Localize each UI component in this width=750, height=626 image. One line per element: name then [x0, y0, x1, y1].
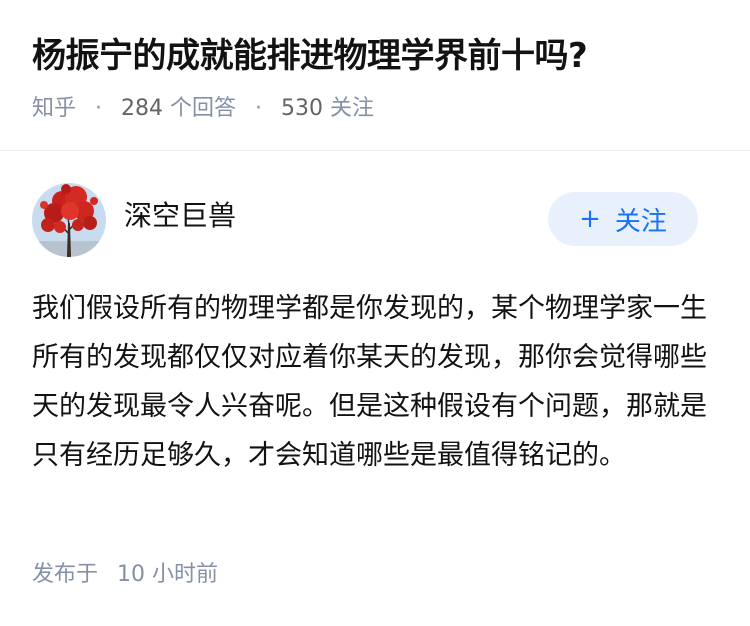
author-row: 深空巨兽 + 关注 — [0, 180, 750, 260]
separator-dot: · — [95, 96, 103, 121]
question-header: 杨振宁的成就能排进物理学界前十吗? 知乎 · 284 个回答 · 530 关注 — [0, 0, 750, 150]
red-tree-avatar-icon — [32, 183, 106, 257]
follow-button-label: 关注 — [614, 206, 667, 237]
author-name[interactable]: 深空巨兽 — [124, 196, 236, 236]
answer-count-label: 个回答 — [170, 96, 237, 121]
follower-count: 530 — [281, 96, 324, 121]
answer-page: 杨振宁的成就能排进物理学界前十吗? 知乎 · 284 个回答 · 530 关注 — [0, 0, 750, 626]
separator-dot: · — [255, 96, 263, 121]
avatar[interactable] — [32, 183, 106, 257]
plus-icon: + — [579, 204, 601, 234]
question-meta: 知乎 · 284 个回答 · 530 关注 — [32, 92, 374, 126]
publish-prefix: 发布于 — [32, 562, 99, 587]
answer-text[interactable]: 我们假设所有的物理学都是你发现的，某个物理学家一生所有的发现都仅仅对应着你某天的… — [32, 284, 712, 480]
publish-time-value: 10 小时前 — [117, 562, 219, 587]
source-label[interactable]: 知乎 — [32, 96, 76, 121]
answer-paragraph: 我们假设所有的物理学都是你发现的，某个物理学家一生所有的发现都仅仅对应着你某天的… — [32, 293, 707, 471]
follow-button[interactable]: + 关注 — [548, 192, 698, 246]
publish-time: 发布于 10 小时前 — [32, 558, 218, 592]
answer-count: 284 — [121, 96, 164, 121]
follower-count-label: 关注 — [330, 96, 375, 121]
question-title[interactable]: 杨振宁的成就能排进物理学界前十吗? — [32, 30, 588, 82]
divider — [0, 150, 750, 151]
